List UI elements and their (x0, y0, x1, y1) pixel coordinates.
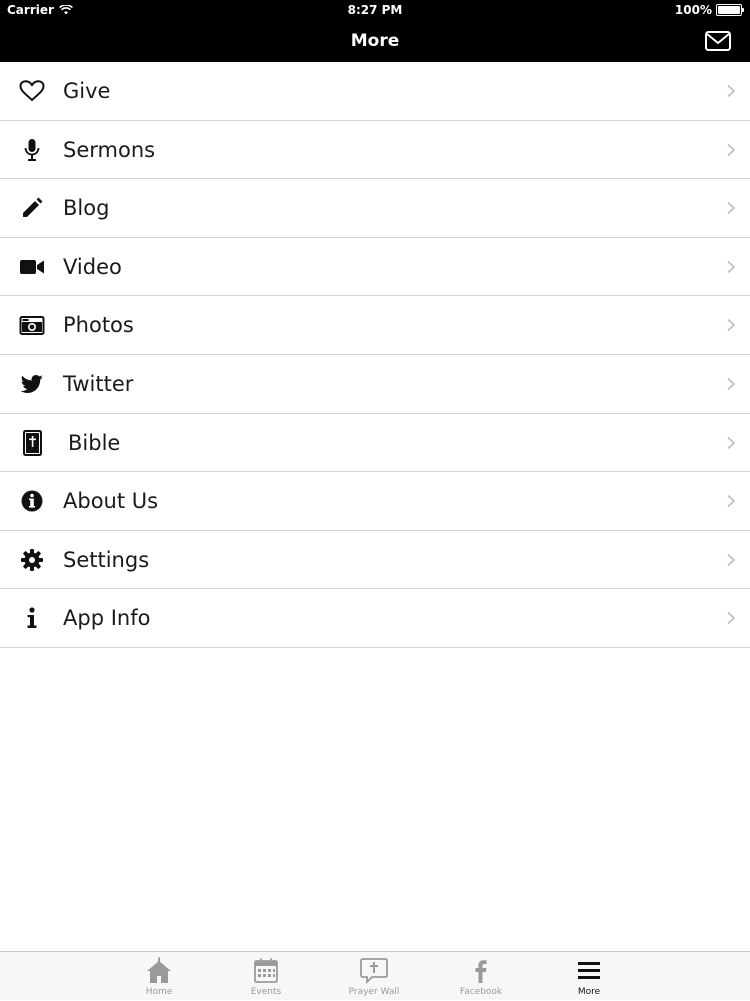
bible-icon (18, 429, 46, 456)
menu-item-twitter[interactable]: Twitter (0, 355, 750, 414)
menu-item-label: Blog (63, 196, 110, 221)
tab-more[interactable]: More (549, 952, 629, 1001)
gear-icon (18, 548, 46, 572)
tab-label: Home (145, 987, 173, 997)
hamburger-icon (578, 962, 600, 979)
facebook-icon (475, 960, 487, 983)
battery-percent: 100% (674, 3, 712, 17)
menu-item-give[interactable]: Give (0, 62, 750, 121)
chevron-right-icon (727, 436, 736, 449)
chevron-right-icon (727, 319, 736, 332)
more-menu-list: Give Sermons Blog Video Photos Twitter B… (0, 62, 750, 648)
menu-item-video[interactable]: Video (0, 238, 750, 297)
navigation-bar: Carrier 8:27 PM 100% More (0, 0, 750, 62)
menu-item-label: App Info (63, 606, 151, 631)
menu-item-bible[interactable]: Bible (0, 414, 750, 473)
chevron-right-icon (727, 260, 736, 273)
battery-icon (716, 4, 744, 16)
twitter-bird-icon (18, 372, 46, 396)
chevron-right-icon (727, 553, 736, 566)
page-title: More (350, 31, 400, 51)
tab-prayer-wall[interactable]: Prayer Wall (334, 952, 414, 1001)
prayer-bubble-icon (360, 958, 388, 985)
battery-indicator: 100% (674, 3, 744, 17)
status-bar: Carrier 8:27 PM 100% (0, 0, 750, 20)
video-camera-icon (18, 255, 46, 279)
tab-label: Events (250, 987, 282, 997)
chevron-right-icon (727, 377, 736, 391)
tab-label: Prayer Wall (348, 987, 400, 997)
menu-item-settings[interactable]: Settings (0, 531, 750, 590)
menu-item-app-info[interactable]: App Info (0, 589, 750, 648)
mail-button[interactable] (704, 30, 732, 52)
tab-facebook[interactable]: Facebook (441, 952, 521, 1001)
heart-icon (18, 79, 46, 103)
menu-item-photos[interactable]: Photos (0, 296, 750, 355)
pencil-icon (18, 196, 46, 220)
info-icon (18, 606, 46, 630)
calendar-icon (254, 958, 278, 983)
menu-item-label: Give (63, 79, 111, 103)
tab-label: More (577, 987, 601, 997)
menu-item-about-us[interactable]: About Us (0, 472, 750, 531)
tab-label: Facebook (459, 987, 503, 997)
menu-item-label: About Us (63, 489, 159, 514)
tab-bar: Home Events Prayer Wall Facebook More (0, 951, 750, 1000)
camera-icon (18, 313, 46, 337)
chevron-right-icon (727, 612, 736, 625)
tab-home[interactable]: Home (119, 952, 199, 1001)
menu-item-label: Settings (63, 547, 150, 572)
status-time: 8:27 PM (347, 3, 403, 17)
menu-item-label: Twitter (63, 371, 134, 396)
menu-item-blog[interactable]: Blog (0, 179, 750, 238)
tab-events[interactable]: Events (226, 952, 306, 1001)
menu-item-label: Sermons (63, 137, 156, 162)
menu-item-sermons[interactable]: Sermons (0, 121, 750, 180)
church-icon (147, 957, 171, 983)
chevron-right-icon (727, 495, 736, 508)
microphone-icon (18, 138, 46, 162)
chevron-right-icon (727, 202, 736, 215)
menu-item-label: Bible (68, 430, 121, 455)
chevron-right-icon (727, 143, 736, 156)
info-circle-icon (18, 489, 46, 513)
mail-icon (705, 31, 731, 51)
chevron-right-icon (727, 84, 736, 98)
menu-item-label: Photos (63, 313, 134, 338)
menu-item-label: Video (63, 254, 122, 279)
